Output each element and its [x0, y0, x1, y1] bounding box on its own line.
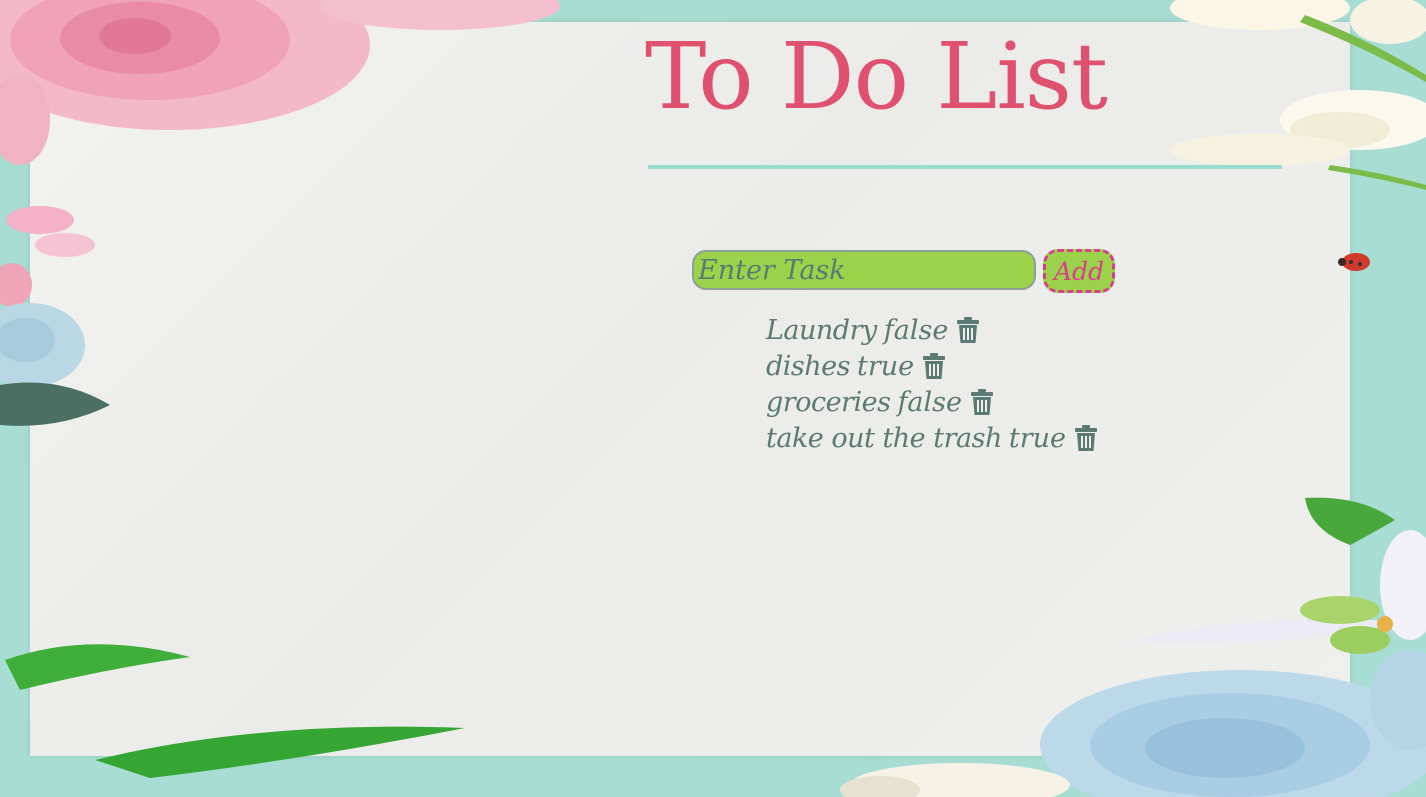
task-item: dishes true — [766, 348, 1098, 384]
task-status: true — [857, 350, 915, 382]
task-input[interactable] — [692, 250, 1036, 290]
add-task-button[interactable]: Add — [1043, 249, 1115, 293]
page-title: To Do List — [645, 23, 1108, 130]
task-status: false — [897, 386, 962, 418]
trash-icon[interactable] — [922, 353, 946, 379]
task-name: Laundry — [766, 314, 877, 346]
trash-icon[interactable] — [970, 389, 994, 415]
trash-icon[interactable] — [1074, 425, 1098, 451]
title-divider — [648, 165, 1282, 169]
task-name: take out the trash — [766, 422, 1002, 454]
trash-icon[interactable] — [956, 317, 980, 343]
task-status: false — [883, 314, 949, 346]
task-list: Laundry false dishes true groceries fals… — [766, 312, 1098, 456]
task-name: groceries — [766, 386, 891, 418]
task-item: groceries false — [766, 384, 1098, 420]
task-name: dishes — [766, 350, 851, 382]
task-item: take out the trash true — [766, 420, 1098, 456]
task-item: Laundry false — [766, 312, 1098, 348]
task-status: true — [1008, 422, 1066, 454]
